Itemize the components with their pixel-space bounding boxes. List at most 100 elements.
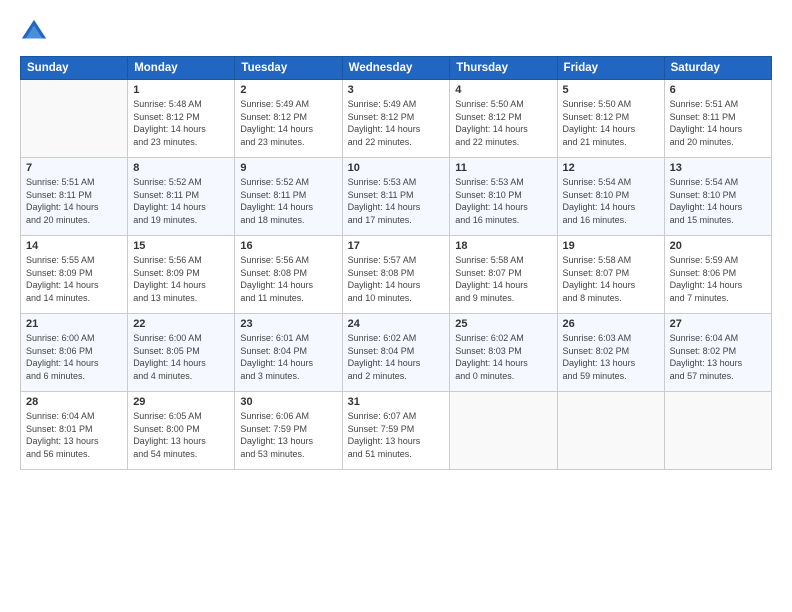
calendar-day-cell: 4Sunrise: 5:50 AM Sunset: 8:12 PM Daylig… bbox=[450, 80, 557, 158]
day-info: Sunrise: 6:02 AM Sunset: 8:04 PM Dayligh… bbox=[348, 332, 445, 382]
day-info: Sunrise: 6:00 AM Sunset: 8:05 PM Dayligh… bbox=[133, 332, 229, 382]
day-info: Sunrise: 5:55 AM Sunset: 8:09 PM Dayligh… bbox=[26, 254, 122, 304]
day-number: 18 bbox=[455, 240, 551, 252]
logo-icon bbox=[20, 18, 48, 46]
day-number: 23 bbox=[240, 318, 336, 330]
day-number: 16 bbox=[240, 240, 336, 252]
calendar-week-row: 7Sunrise: 5:51 AM Sunset: 8:11 PM Daylig… bbox=[21, 158, 772, 236]
calendar-day-cell bbox=[664, 392, 771, 470]
calendar-day-cell: 11 Sunrise: 5:53 AM Sunset: 8:10 PM Dayli… bbox=[450, 158, 557, 236]
day-number: 7 bbox=[26, 162, 122, 174]
day-info: Sunrise: 5:59 AM Sunset: 8:06 PM Dayligh… bbox=[670, 254, 766, 304]
day-info: Sunrise: 5:57 AM Sunset: 8:08 PM Dayligh… bbox=[348, 254, 445, 304]
calendar-day-cell: 14 Sunrise: 5:55 AM Sunset: 8:09 PM Dayli… bbox=[21, 236, 128, 314]
day-number: 29 bbox=[133, 396, 229, 408]
calendar-day-cell: 8 Sunrise: 5:52 AM Sunset: 8:11 PM Daylig… bbox=[128, 158, 235, 236]
calendar-header-tuesday: Tuesday bbox=[235, 57, 342, 80]
day-number: 19 bbox=[563, 240, 659, 252]
day-info: Sunrise: 5:49 AM Sunset: 8:12 PM Dayligh… bbox=[240, 98, 336, 148]
day-number: 6 bbox=[670, 84, 766, 96]
day-number: 26 bbox=[563, 318, 659, 330]
day-info: Sunrise: 5:51 AM Sunset: 8:11 PM Dayligh… bbox=[670, 98, 766, 148]
day-number: 31 bbox=[348, 396, 445, 408]
calendar-day-cell bbox=[450, 392, 557, 470]
day-info: Sunrise: 5:58 AM Sunset: 8:07 PM Dayligh… bbox=[455, 254, 551, 304]
calendar-day-cell: 23 Sunrise: 6:01 AM Sunset: 8:04 PM Dayli… bbox=[235, 314, 342, 392]
calendar-header-monday: Monday bbox=[128, 57, 235, 80]
day-number: 3 bbox=[348, 84, 445, 96]
day-info: Sunrise: 6:04 AM Sunset: 8:01 PM Dayligh… bbox=[26, 410, 122, 460]
calendar-day-cell bbox=[557, 392, 664, 470]
day-info: Sunrise: 6:00 AM Sunset: 8:06 PM Dayligh… bbox=[26, 332, 122, 382]
calendar-day-cell: 10 Sunrise: 5:53 AM Sunset: 8:11 PM Dayli… bbox=[342, 158, 450, 236]
calendar-day-cell: 9 Sunrise: 5:52 AM Sunset: 8:11 PM Daylig… bbox=[235, 158, 342, 236]
day-info: Sunrise: 5:52 AM Sunset: 8:11 PM Dayligh… bbox=[133, 176, 229, 226]
calendar-header-row: SundayMondayTuesdayWednesdayThursdayFrid… bbox=[21, 57, 772, 80]
day-info: Sunrise: 6:03 AM Sunset: 8:02 PM Dayligh… bbox=[563, 332, 659, 382]
day-number: 9 bbox=[240, 162, 336, 174]
day-info: Sunrise: 5:53 AM Sunset: 8:10 PM Dayligh… bbox=[455, 176, 551, 226]
calendar-day-cell: 24 Sunrise: 6:02 AM Sunset: 8:04 PM Dayli… bbox=[342, 314, 450, 392]
day-info: Sunrise: 5:58 AM Sunset: 8:07 PM Dayligh… bbox=[563, 254, 659, 304]
calendar-header-sunday: Sunday bbox=[21, 57, 128, 80]
day-info: Sunrise: 6:04 AM Sunset: 8:02 PM Dayligh… bbox=[670, 332, 766, 382]
calendar-day-cell: 3 Sunrise: 5:49 AM Sunset: 8:12 PM Daylig… bbox=[342, 80, 450, 158]
day-number: 30 bbox=[240, 396, 336, 408]
calendar-week-row: 21 Sunrise: 6:00 AM Sunset: 8:06 PM Dayli… bbox=[21, 314, 772, 392]
calendar-day-cell: 19 Sunrise: 5:58 AM Sunset: 8:07 PM Dayli… bbox=[557, 236, 664, 314]
page: SundayMondayTuesdayWednesdayThursdayFrid… bbox=[0, 0, 792, 612]
day-info: Sunrise: 5:56 AM Sunset: 8:08 PM Dayligh… bbox=[240, 254, 336, 304]
day-info: Sunrise: 5:48 AM Sunset: 8:12 PM Dayligh… bbox=[133, 98, 229, 148]
day-info: Sunrise: 6:05 AM Sunset: 8:00 PM Dayligh… bbox=[133, 410, 229, 460]
calendar-day-cell: 13 Sunrise: 5:54 AM Sunset: 8:10 PM Dayli… bbox=[664, 158, 771, 236]
calendar-day-cell: 6 Sunrise: 5:51 AM Sunset: 8:11 PM Daylig… bbox=[664, 80, 771, 158]
calendar-day-cell: 5Sunrise: 5:50 AM Sunset: 8:12 PM Daylig… bbox=[557, 80, 664, 158]
day-number: 28 bbox=[26, 396, 122, 408]
day-number: 24 bbox=[348, 318, 445, 330]
calendar-day-cell: 15Sunrise: 5:56 AM Sunset: 8:09 PM Dayli… bbox=[128, 236, 235, 314]
calendar-day-cell: 20 Sunrise: 5:59 AM Sunset: 8:06 PM Dayli… bbox=[664, 236, 771, 314]
calendar-day-cell: 22 Sunrise: 6:00 AM Sunset: 8:05 PM Dayli… bbox=[128, 314, 235, 392]
calendar-table: SundayMondayTuesdayWednesdayThursdayFrid… bbox=[20, 56, 772, 470]
calendar-day-cell: 31Sunrise: 6:07 AM Sunset: 7:59 PM Dayli… bbox=[342, 392, 450, 470]
calendar-day-cell: 27Sunrise: 6:04 AM Sunset: 8:02 PM Dayli… bbox=[664, 314, 771, 392]
day-number: 2 bbox=[240, 84, 336, 96]
calendar-header-friday: Friday bbox=[557, 57, 664, 80]
calendar-week-row: 1Sunrise: 5:48 AM Sunset: 8:12 PM Daylig… bbox=[21, 80, 772, 158]
calendar-week-row: 28 Sunrise: 6:04 AM Sunset: 8:01 PM Dayli… bbox=[21, 392, 772, 470]
calendar-day-cell: 1Sunrise: 5:48 AM Sunset: 8:12 PM Daylig… bbox=[128, 80, 235, 158]
day-info: Sunrise: 5:54 AM Sunset: 8:10 PM Dayligh… bbox=[670, 176, 766, 226]
calendar-day-cell: 2 Sunrise: 5:49 AM Sunset: 8:12 PM Daylig… bbox=[235, 80, 342, 158]
calendar-day-cell: 7Sunrise: 5:51 AM Sunset: 8:11 PM Daylig… bbox=[21, 158, 128, 236]
day-number: 10 bbox=[348, 162, 445, 174]
day-number: 25 bbox=[455, 318, 551, 330]
calendar-day-cell: 16 Sunrise: 5:56 AM Sunset: 8:08 PM Dayli… bbox=[235, 236, 342, 314]
day-info: Sunrise: 5:50 AM Sunset: 8:12 PM Dayligh… bbox=[455, 98, 551, 148]
calendar-day-cell: 25 Sunrise: 6:02 AM Sunset: 8:03 PM Dayli… bbox=[450, 314, 557, 392]
calendar-day-cell: 12Sunrise: 5:54 AM Sunset: 8:10 PM Dayli… bbox=[557, 158, 664, 236]
calendar-header-thursday: Thursday bbox=[450, 57, 557, 80]
day-number: 14 bbox=[26, 240, 122, 252]
header bbox=[20, 18, 772, 46]
calendar-day-cell: 30Sunrise: 6:06 AM Sunset: 7:59 PM Dayli… bbox=[235, 392, 342, 470]
calendar-day-cell: 21 Sunrise: 6:00 AM Sunset: 8:06 PM Dayli… bbox=[21, 314, 128, 392]
day-info: Sunrise: 6:02 AM Sunset: 8:03 PM Dayligh… bbox=[455, 332, 551, 382]
calendar-day-cell: 29 Sunrise: 6:05 AM Sunset: 8:00 PM Dayli… bbox=[128, 392, 235, 470]
calendar-day-cell bbox=[21, 80, 128, 158]
day-info: Sunrise: 5:52 AM Sunset: 8:11 PM Dayligh… bbox=[240, 176, 336, 226]
day-number: 13 bbox=[670, 162, 766, 174]
day-number: 17 bbox=[348, 240, 445, 252]
day-number: 11 bbox=[455, 162, 551, 174]
day-info: Sunrise: 5:56 AM Sunset: 8:09 PM Dayligh… bbox=[133, 254, 229, 304]
calendar-header-saturday: Saturday bbox=[664, 57, 771, 80]
day-info: Sunrise: 6:01 AM Sunset: 8:04 PM Dayligh… bbox=[240, 332, 336, 382]
day-info: Sunrise: 5:50 AM Sunset: 8:12 PM Dayligh… bbox=[563, 98, 659, 148]
day-number: 12 bbox=[563, 162, 659, 174]
day-number: 20 bbox=[670, 240, 766, 252]
day-number: 22 bbox=[133, 318, 229, 330]
day-number: 8 bbox=[133, 162, 229, 174]
day-info: Sunrise: 5:53 AM Sunset: 8:11 PM Dayligh… bbox=[348, 176, 445, 226]
day-number: 21 bbox=[26, 318, 122, 330]
calendar-day-cell: 18 Sunrise: 5:58 AM Sunset: 8:07 PM Dayli… bbox=[450, 236, 557, 314]
day-info: Sunrise: 5:49 AM Sunset: 8:12 PM Dayligh… bbox=[348, 98, 445, 148]
